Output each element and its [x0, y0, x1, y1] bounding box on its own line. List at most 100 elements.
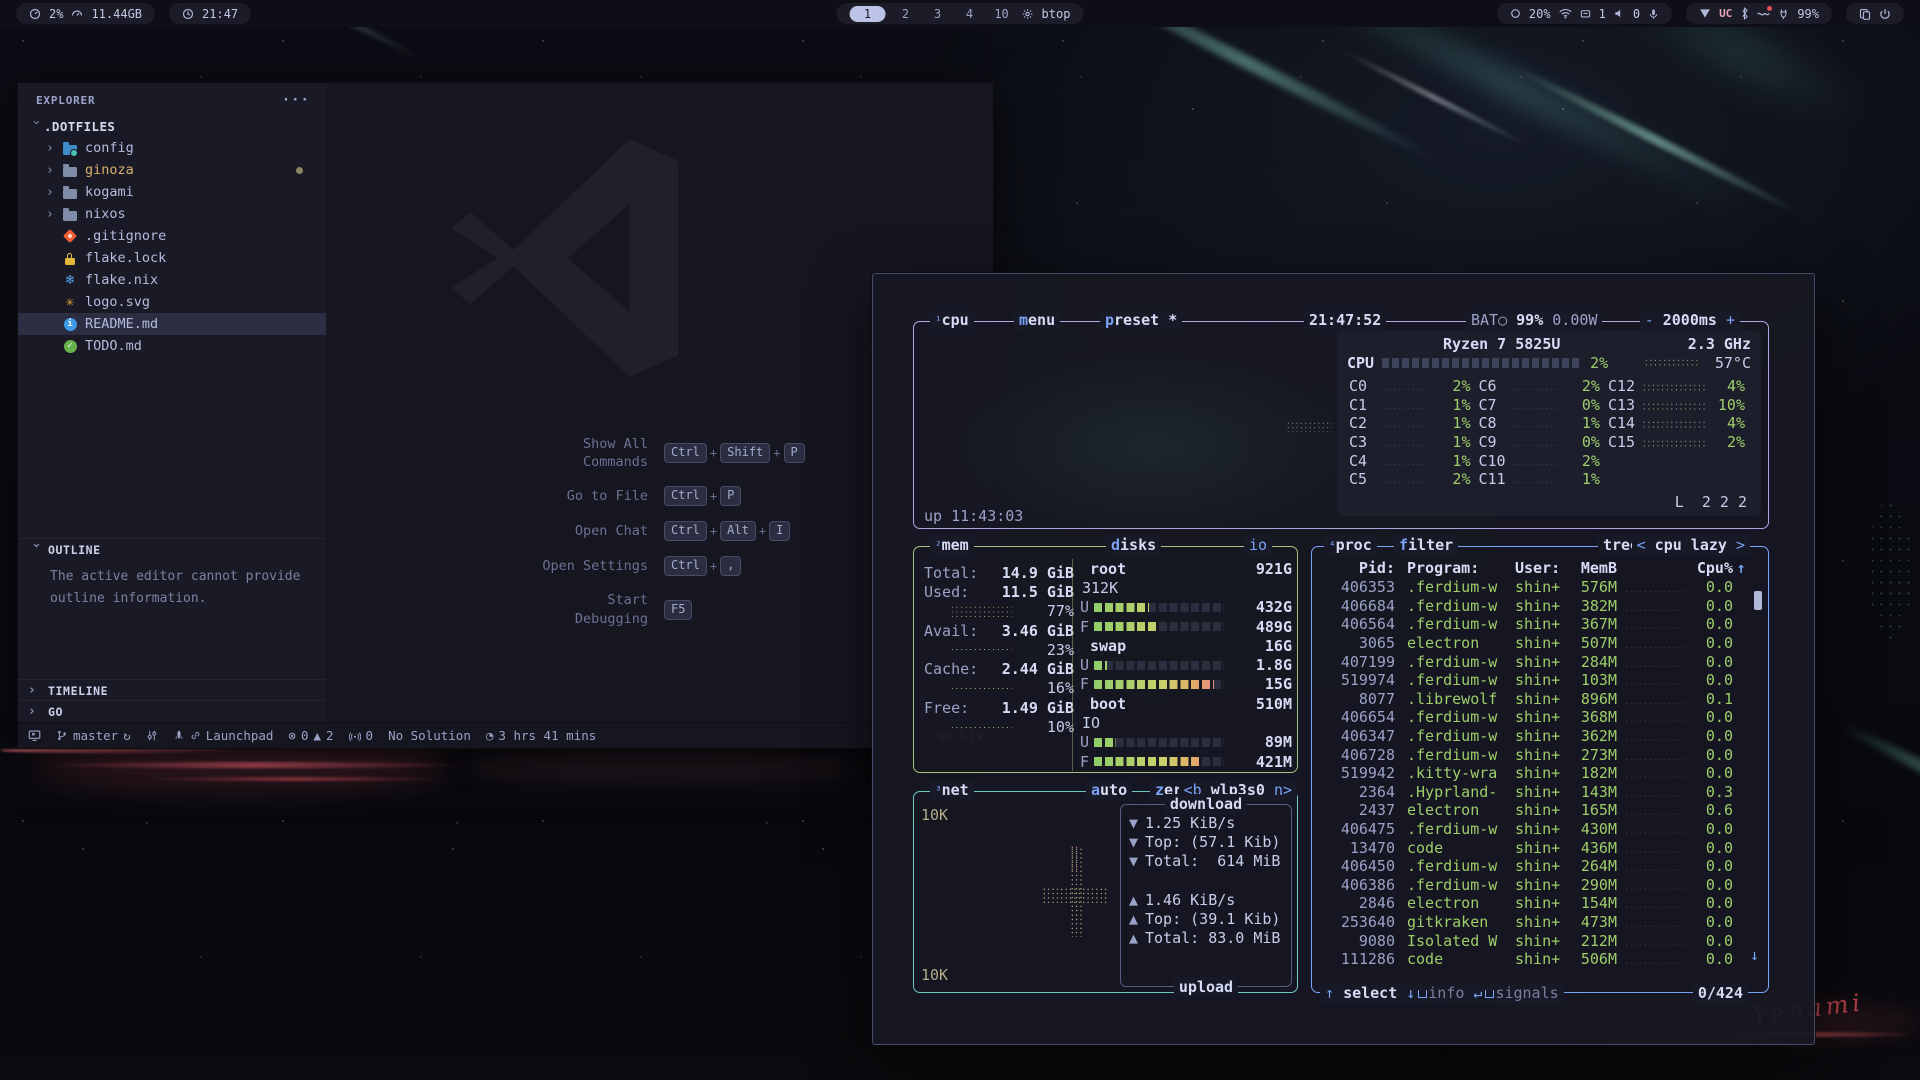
microphone-icon — [1648, 8, 1659, 20]
mem-cache-graph — [950, 686, 1012, 691]
update-interval-control[interactable]: - 2000ms + — [1640, 310, 1740, 331]
explorer-item-readme[interactable]: i README.md — [18, 313, 326, 335]
workspace-10[interactable]: 10 — [990, 7, 1014, 21]
process-table-header[interactable]: Pid: Program: User: MemB Cpu% ↑ — [1317, 559, 1763, 577]
system-stats-module[interactable]: 2% 11.44GB — [16, 3, 155, 24]
process-row[interactable]: 406654 .ferdium-w shin+ 368M 0.0 — [1317, 708, 1763, 727]
process-user: shin+ — [1515, 857, 1573, 875]
disks-toggle[interactable]: disks — [1106, 535, 1161, 556]
hardware-module[interactable]: 20% 1 0 — [1497, 3, 1672, 24]
process-row[interactable]: 9080 Isolated W shin+ 212M 0.0 — [1317, 931, 1763, 950]
workspace-3[interactable]: 3 — [926, 7, 950, 21]
core-row: C9 0% — [1476, 433, 1605, 452]
process-row[interactable]: 407199 .ferdium-w shin+ 284M 0.0 — [1317, 652, 1763, 671]
process-row[interactable]: 406684 .ferdium-w shin+ 382M 0.0 — [1317, 597, 1763, 616]
explorer-item-gitignore[interactable]: .gitignore — [18, 225, 326, 247]
info-hint[interactable]: ↓info — [1406, 983, 1464, 1004]
process-row[interactable]: 406475 .ferdium-w shin+ 430M 0.0 — [1317, 820, 1763, 839]
process-name: code — [1407, 950, 1515, 968]
core-row: C14 4% — [1606, 414, 1751, 433]
explorer-title: EXPLORER — [36, 94, 95, 107]
explorer-item-config[interactable]: › config — [18, 137, 326, 159]
header-user[interactable]: User: — [1515, 559, 1573, 577]
warning-count: 2 — [326, 728, 334, 743]
scroll-more-icon[interactable]: ↓ — [1750, 946, 1759, 964]
explorer-root-folder[interactable]: › .DOTFILES — [18, 115, 326, 137]
problems-button[interactable]: ⊗ 0 ▲ 2 — [288, 728, 333, 743]
net-box-title[interactable]: ³net — [930, 780, 974, 801]
cpu-box-title[interactable]: ¹cpu — [930, 310, 974, 331]
clock-module[interactable]: 21:47 — [169, 3, 251, 24]
header-program[interactable]: Program: — [1407, 559, 1515, 577]
outline-header[interactable]: › OUTLINE — [18, 539, 326, 560]
key: , — [720, 556, 741, 576]
folder-config-icon — [62, 140, 78, 156]
process-row[interactable]: 111286 code shin+ 506M 0.0 — [1317, 950, 1763, 969]
process-row[interactable]: 253640 gitkraken shin+ 473M 0.0 — [1317, 913, 1763, 932]
workspace-2[interactable]: 2 — [894, 7, 918, 21]
core-graph — [1383, 424, 1430, 428]
process-row[interactable]: 2846 electron shin+ 154M 0.0 — [1317, 894, 1763, 913]
more-actions-icon[interactable]: ··· — [282, 92, 310, 108]
process-row[interactable]: 2437 electron shin+ 165M 0.6 — [1317, 801, 1763, 820]
header-mem[interactable]: MemB — [1573, 559, 1617, 577]
chevron-right-icon: › — [46, 163, 62, 178]
remote-window-button[interactable] — [28, 729, 41, 742]
workspace-4[interactable]: 4 — [958, 7, 982, 21]
proc-sort-selector[interactable]: < cpu lazy > — [1632, 535, 1750, 556]
system-tray-module[interactable]: UC 99% — [1686, 3, 1832, 24]
proc-filter-button[interactable]: filter — [1394, 535, 1458, 556]
ports-button[interactable]: 0 — [349, 728, 374, 743]
timeline-header[interactable]: › TIMELINE — [18, 680, 326, 701]
process-row[interactable]: 8077 .librewolf shin+ 896M 0.1 — [1317, 690, 1763, 709]
process-row[interactable]: 406353 .ferdium-w shin+ 576M 0.0 — [1317, 578, 1763, 597]
core-column: C12 4% C13 10% C — [1606, 377, 1751, 489]
select-hint[interactable]: ↑ select — [1325, 983, 1397, 1004]
process-mem: 506M — [1573, 950, 1617, 968]
battery-percent: 99% — [1797, 7, 1819, 21]
desktop: Yenami 2% 11.44GB 21:47 1 2 3 4 10 btop — [0, 0, 1920, 1080]
process-row[interactable]: 2364 .Hyprland- shin+ 143M 0.3 — [1317, 783, 1763, 802]
process-row[interactable]: 13470 code shin+ 436M 0.0 — [1317, 838, 1763, 857]
explorer-item-ginoza[interactable]: › ginoza — [18, 159, 326, 181]
tune-button[interactable] — [146, 729, 158, 742]
outline-section: › OUTLINE The active editor cannot provi… — [18, 538, 326, 610]
process-row[interactable]: 406347 .ferdium-w shin+ 362M 0.0 — [1317, 727, 1763, 746]
io-toggle[interactable]: io — [1244, 535, 1272, 556]
explorer-item-todo[interactable]: ✓ TODO.md — [18, 335, 326, 357]
process-row[interactable]: 519942 .kitty-wra shin+ 182M 0.0 — [1317, 764, 1763, 783]
header-pid[interactable]: Pid: — [1317, 559, 1395, 577]
explorer-item-nixos[interactable]: › nixos — [18, 203, 326, 225]
process-mem: 473M — [1573, 913, 1617, 931]
process-row[interactable]: 3065 electron shin+ 507M 0.0 — [1317, 634, 1763, 653]
launchpad-button[interactable]: Launchpad — [173, 728, 274, 743]
go-header[interactable]: › GO — [18, 701, 326, 722]
explorer-item-logo-svg[interactable]: ✳ logo.svg — [18, 291, 326, 313]
signals-hint[interactable]: ↵signals — [1473, 983, 1558, 1004]
process-row[interactable]: 406564 .ferdium-w shin+ 367M 0.0 — [1317, 615, 1763, 634]
menu-button[interactable]: menu — [1014, 310, 1060, 331]
process-row[interactable]: 406450 .ferdium-w shin+ 264M 0.0 — [1317, 857, 1763, 876]
core-name: C3 — [1349, 433, 1383, 451]
time-tracker[interactable]: ◔ 3 hrs 41 mins — [486, 728, 596, 743]
mem-box-title[interactable]: ²mem — [930, 535, 974, 556]
process-scrollbar[interactable] — [1754, 591, 1762, 610]
process-row[interactable]: 519974 .ferdium-w shin+ 103M 0.0 — [1317, 671, 1763, 690]
explorer-item-flake-lock[interactable]: flake.lock — [18, 247, 326, 269]
shortcut-label: Start Debugging — [530, 591, 648, 627]
process-row[interactable]: 406386 .ferdium-w shin+ 290M 0.0 — [1317, 876, 1763, 895]
core-graph — [1642, 402, 1705, 410]
item-label: .gitignore — [85, 228, 166, 244]
process-row[interactable]: 406728 .ferdium-w shin+ 273M 0.0 — [1317, 745, 1763, 764]
header-cpu[interactable]: Cpu% — [1693, 559, 1733, 577]
disk-free: 489G — [1256, 618, 1292, 636]
solution-status[interactable]: No Solution — [388, 728, 471, 743]
explorer-item-kogami[interactable]: › kogami — [18, 181, 326, 203]
git-branch-button[interactable]: master ↻ — [56, 728, 131, 743]
session-module[interactable] — [1846, 3, 1904, 24]
proc-box-title[interactable]: ⁴proc — [1324, 535, 1377, 556]
workspace-1[interactable]: 1 — [850, 6, 886, 22]
net-auto-toggle[interactable]: auto — [1086, 780, 1132, 801]
explorer-item-flake-nix[interactable]: ❄ flake.nix — [18, 269, 326, 291]
preset-button[interactable]: preset * — [1100, 310, 1182, 331]
